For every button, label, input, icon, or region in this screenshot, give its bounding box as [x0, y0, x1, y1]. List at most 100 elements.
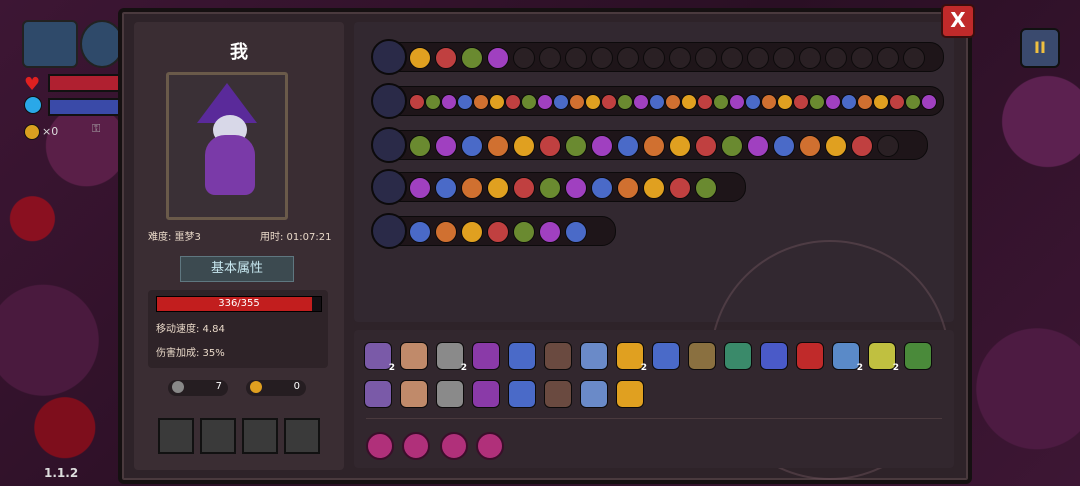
- upgrade-slot[interactable]: [435, 135, 457, 157]
- inventory-item[interactable]: [760, 342, 788, 370]
- upgrade-slot[interactable]: [569, 94, 585, 110]
- upgrade-slot[interactable]: [435, 221, 457, 243]
- upgrade-slot[interactable]: [761, 94, 777, 110]
- inventory-item[interactable]: 2: [436, 342, 467, 373]
- upgrade-slot[interactable]: [409, 94, 425, 110]
- equip-slot[interactable]: [242, 418, 278, 454]
- upgrade-slot[interactable]: [487, 47, 509, 69]
- empty-slot[interactable]: [539, 47, 561, 69]
- upgrade-slot[interactable]: [617, 94, 633, 110]
- upgrade-slot[interactable]: [461, 221, 483, 243]
- inventory-item[interactable]: [580, 380, 608, 408]
- upgrade-slot[interactable]: [489, 94, 505, 110]
- upgrade-slot[interactable]: [729, 94, 745, 110]
- upgrade-slot[interactable]: [601, 94, 617, 110]
- orb-icon[interactable]: [366, 432, 394, 460]
- upgrade-slot[interactable]: [851, 135, 873, 157]
- inventory-item[interactable]: [400, 380, 428, 408]
- upgrade-slot[interactable]: [745, 94, 761, 110]
- upgrade-slot[interactable]: [487, 135, 509, 157]
- upgrade-slot[interactable]: [617, 135, 639, 157]
- upgrade-slot[interactable]: [539, 135, 561, 157]
- upgrade-slot[interactable]: [513, 177, 535, 199]
- upgrade-slot[interactable]: [921, 94, 937, 110]
- upgrade-slot[interactable]: [585, 94, 601, 110]
- upgrade-slot[interactable]: [591, 135, 613, 157]
- equip-slot[interactable]: [158, 418, 194, 454]
- inventory-item[interactable]: [724, 342, 752, 370]
- empty-slot[interactable]: [877, 47, 899, 69]
- upgrade-slot[interactable]: [591, 177, 613, 199]
- upgrade-slot[interactable]: [461, 177, 483, 199]
- weapon-icon[interactable]: [371, 39, 407, 75]
- upgrade-slot[interactable]: [841, 94, 857, 110]
- inventory-item[interactable]: [652, 342, 680, 370]
- upgrade-slot[interactable]: [905, 94, 921, 110]
- inventory-item[interactable]: [544, 380, 572, 408]
- weapon-icon[interactable]: [371, 83, 407, 119]
- upgrade-slot[interactable]: [649, 94, 665, 110]
- upgrade-slot[interactable]: [473, 94, 489, 110]
- orb-icon[interactable]: [440, 432, 468, 460]
- upgrade-slot[interactable]: [425, 94, 441, 110]
- upgrade-slot[interactable]: [643, 177, 665, 199]
- inventory-item[interactable]: [472, 380, 500, 408]
- inventory-item[interactable]: [904, 342, 932, 370]
- inventory-item[interactable]: [580, 342, 608, 370]
- inventory-item[interactable]: [688, 342, 716, 370]
- empty-slot[interactable]: [721, 47, 743, 69]
- upgrade-slot[interactable]: [697, 94, 713, 110]
- empty-slot[interactable]: [903, 47, 925, 69]
- upgrade-slot[interactable]: [553, 94, 569, 110]
- upgrade-slot[interactable]: [665, 94, 681, 110]
- upgrade-slot[interactable]: [669, 177, 691, 199]
- upgrade-slot[interactable]: [435, 177, 457, 199]
- empty-slot[interactable]: [799, 47, 821, 69]
- upgrade-slot[interactable]: [713, 94, 729, 110]
- upgrade-slot[interactable]: [409, 135, 431, 157]
- upgrade-slot[interactable]: [747, 135, 769, 157]
- empty-slot[interactable]: [669, 47, 691, 69]
- inventory-item[interactable]: [616, 380, 644, 408]
- upgrade-slot[interactable]: [539, 177, 561, 199]
- empty-slot[interactable]: [825, 47, 847, 69]
- weapon-icon[interactable]: [371, 127, 407, 163]
- upgrade-slot[interactable]: [793, 94, 809, 110]
- weapon-icon[interactable]: [371, 169, 407, 205]
- upgrade-slot[interactable]: [695, 177, 717, 199]
- inventory-item[interactable]: [508, 380, 536, 408]
- upgrade-slot[interactable]: [617, 177, 639, 199]
- empty-slot[interactable]: [877, 135, 899, 157]
- empty-slot[interactable]: [851, 47, 873, 69]
- empty-slot[interactable]: [747, 47, 769, 69]
- upgrade-slot[interactable]: [513, 135, 535, 157]
- inventory-item[interactable]: 2: [868, 342, 899, 373]
- inventory-item[interactable]: [544, 342, 572, 370]
- upgrade-slot[interactable]: [565, 221, 587, 243]
- upgrade-slot[interactable]: [889, 94, 905, 110]
- upgrade-slot[interactable]: [681, 94, 697, 110]
- weapon-icon[interactable]: [371, 213, 407, 249]
- upgrade-slot[interactable]: [565, 177, 587, 199]
- upgrade-slot[interactable]: [409, 177, 431, 199]
- empty-slot[interactable]: [565, 47, 587, 69]
- inventory-item[interactable]: [400, 342, 428, 370]
- empty-slot[interactable]: [695, 47, 717, 69]
- upgrade-slot[interactable]: [695, 135, 717, 157]
- upgrade-slot[interactable]: [537, 94, 553, 110]
- inventory-item[interactable]: [796, 342, 824, 370]
- upgrade-slot[interactable]: [565, 135, 587, 157]
- equip-slot[interactable]: [284, 418, 320, 454]
- upgrade-slot[interactable]: [539, 221, 561, 243]
- equip-slot[interactable]: [200, 418, 236, 454]
- inventory-item[interactable]: [472, 342, 500, 370]
- upgrade-slot[interactable]: [773, 135, 795, 157]
- inventory-item[interactable]: [364, 380, 392, 408]
- empty-slot[interactable]: [513, 47, 535, 69]
- upgrade-slot[interactable]: [809, 94, 825, 110]
- upgrade-slot[interactable]: [777, 94, 793, 110]
- upgrade-slot[interactable]: [643, 135, 665, 157]
- upgrade-slot[interactable]: [461, 47, 483, 69]
- upgrade-slot[interactable]: [505, 94, 521, 110]
- empty-slot[interactable]: [643, 47, 665, 69]
